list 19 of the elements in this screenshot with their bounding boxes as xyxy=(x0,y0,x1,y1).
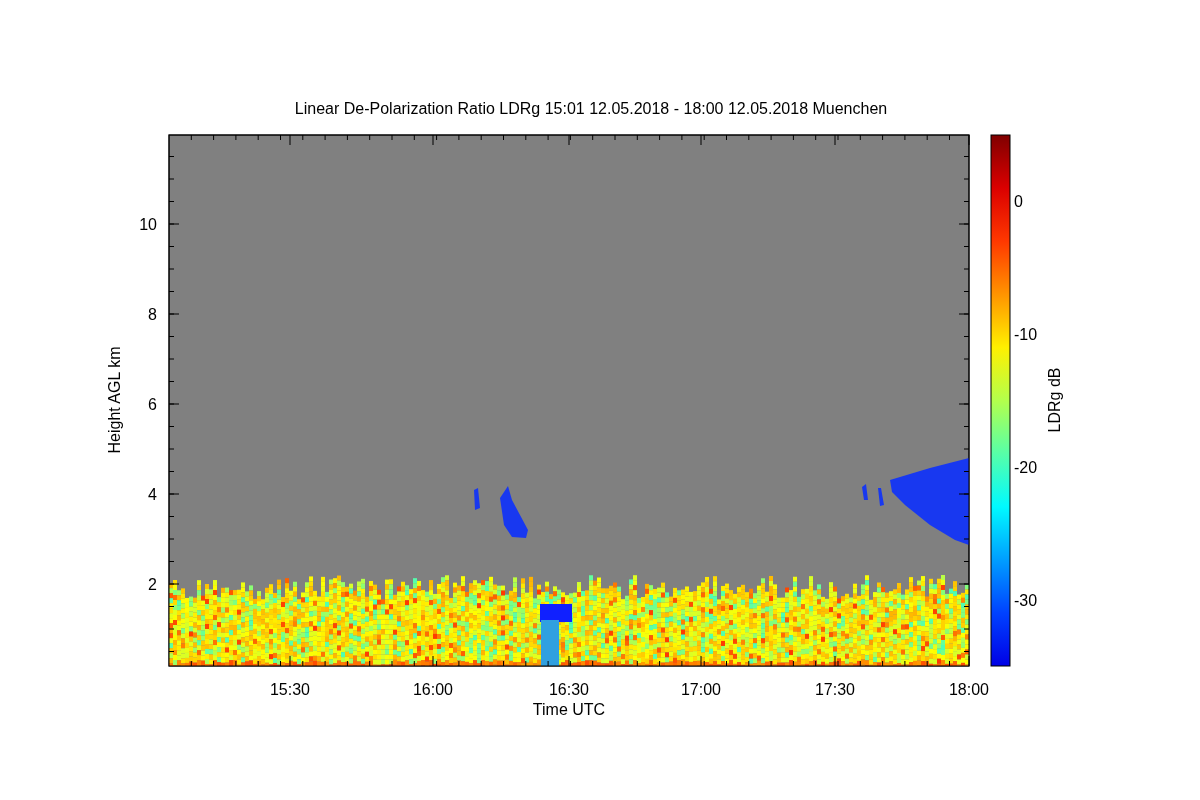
colorbar-tick-label: -10 xyxy=(1014,326,1038,343)
x-tick-label: 16:30 xyxy=(549,681,589,698)
x-tick-label: 16:00 xyxy=(413,681,453,698)
y-tick-label: 4 xyxy=(148,486,157,503)
colorbar-label: LDRg dB xyxy=(1046,367,1063,433)
colorbar-tick-label: 0 xyxy=(1014,193,1023,210)
x-tick-label: 18:00 xyxy=(949,681,989,698)
colorbar-tick-label: -20 xyxy=(1014,459,1038,476)
x-tick-label: 17:30 xyxy=(815,681,855,698)
colorbar-tick-label: -30 xyxy=(1014,592,1038,609)
y-tick-label: 6 xyxy=(148,396,157,413)
y-tick-label: 2 xyxy=(148,576,157,593)
y-tick-label: 8 xyxy=(148,306,157,323)
chart-title: Linear De-Polarization Ratio LDRg 15:01 12.05.2018 - 18:00 12.05.2018 Muenchen xyxy=(294,100,888,117)
y-tick-label: 10 xyxy=(139,216,157,233)
x-tick-label: 17:00 xyxy=(681,681,721,698)
x-axis-label: Time UTC xyxy=(532,701,606,718)
y-axis-label: Height AGL km xyxy=(106,346,123,454)
x-tick-label: 15:30 xyxy=(270,681,310,698)
